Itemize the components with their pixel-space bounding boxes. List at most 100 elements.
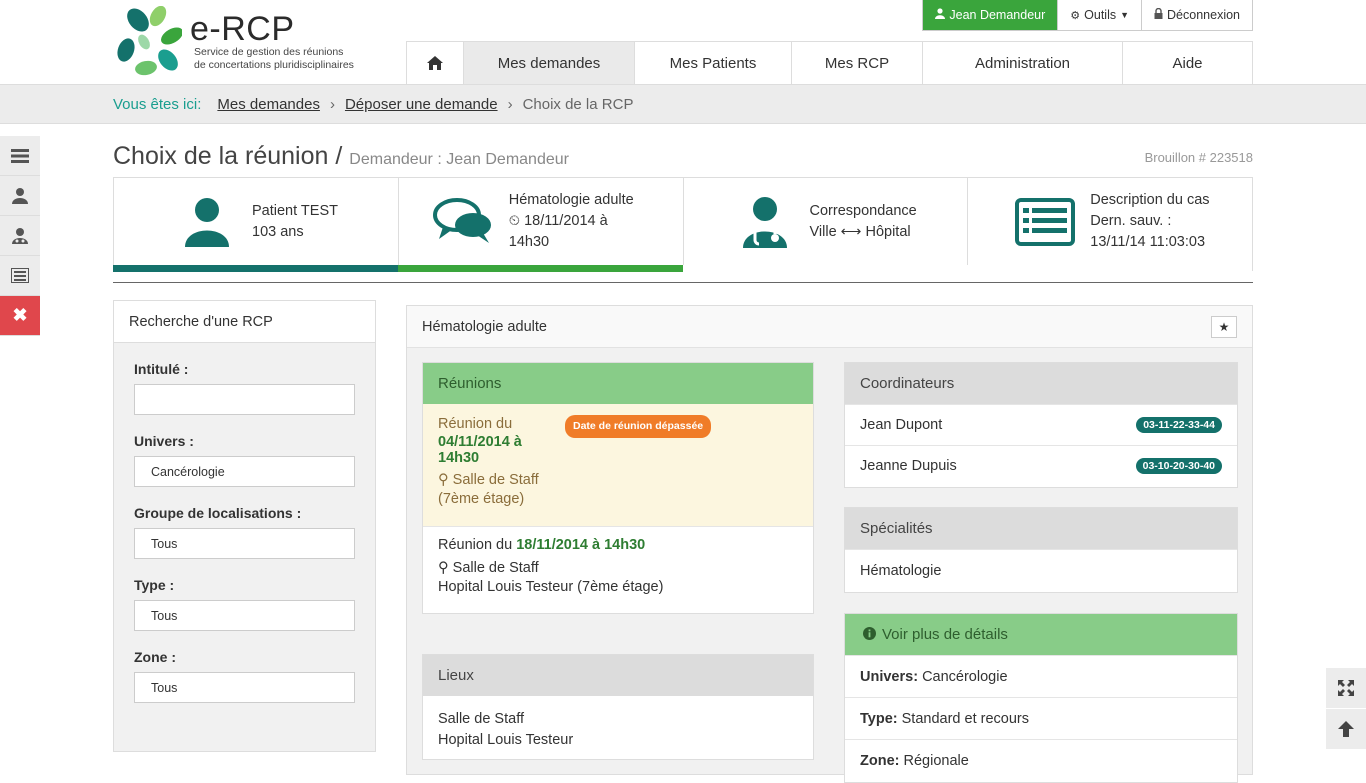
- step-patient-name: Patient TEST: [252, 202, 338, 219]
- reunion-past-room: Salle de Staff: [452, 472, 539, 488]
- favorite-button[interactable]: ★: [1211, 316, 1237, 338]
- logo-icon: [117, 6, 182, 76]
- step-patient-text: Patient TEST 103 ans: [252, 201, 338, 243]
- logo-tagline: Service de gestion des réunions de conce…: [194, 46, 354, 72]
- close-button[interactable]: ✖: [0, 296, 40, 336]
- nav-mes-rcp[interactable]: Mes RCP: [791, 42, 922, 84]
- scroll-top-button[interactable]: [1326, 709, 1366, 749]
- expand-icon: [1338, 680, 1354, 696]
- step-description[interactable]: Description du cas Dern. sauv. : 13/11/1…: [967, 178, 1252, 265]
- step-rcp-time: 14h30: [508, 234, 550, 250]
- detail-row: Zone: Régionale: [845, 739, 1237, 781]
- groupe-label: Groupe de localisations :: [134, 505, 302, 521]
- coordinator-row[interactable]: Jeanne Dupuis 03-10-20-30-40: [845, 445, 1237, 486]
- coordinator-phone: 03-11-22-33-44: [1136, 417, 1222, 433]
- details-toggle[interactable]: Voir plus de détails: [845, 614, 1237, 655]
- user-button[interactable]: Jean Demandeur: [923, 0, 1058, 30]
- groupe-select[interactable]: Tous: [134, 528, 355, 559]
- coordinator-name: Jean Dupont: [860, 417, 943, 433]
- info-icon: [863, 626, 876, 643]
- user-icon: [172, 192, 242, 252]
- page-title-slash: /: [335, 142, 343, 170]
- reunion-next-prefix: Réunion du: [438, 537, 513, 553]
- coordinator-row[interactable]: Jean Dupont 03-11-22-33-44: [845, 404, 1237, 445]
- user-icon: [12, 188, 28, 204]
- reunion-past-date: 04/11/2014 à 14h30: [438, 434, 522, 466]
- caret-down-icon: ▼: [1120, 10, 1130, 20]
- step-rcp-text: Hématologie adulte ⏲ 18/11/2014 à 14h30: [509, 190, 634, 253]
- intitule-input[interactable]: [134, 384, 355, 415]
- date-passed-badge: Date de réunion dépassée: [565, 415, 712, 438]
- intitule-label: Intitulé :: [134, 361, 189, 377]
- detail-row: Univers: Cancérologie: [845, 655, 1237, 697]
- detail-value: Régionale: [903, 752, 969, 769]
- step-patient[interactable]: Patient TEST 103 ans: [113, 178, 398, 272]
- nav-aide[interactable]: Aide: [1122, 42, 1253, 84]
- step-rcp-date: 18/11/2014 à: [524, 213, 608, 229]
- list-alt-icon: [11, 268, 29, 283]
- lieux-box: Lieux Salle de Staff Hopital Louis Teste…: [422, 654, 814, 760]
- tools-menu-button[interactable]: ⚙ Outils ▼: [1057, 0, 1141, 30]
- breadcrumb-deposer-demande[interactable]: Déposer une demande: [345, 96, 498, 113]
- doctor-icon: [730, 192, 800, 252]
- nav-mes-demandes[interactable]: Mes demandes: [463, 42, 634, 84]
- zone-select[interactable]: Tous: [134, 672, 355, 703]
- comments-icon: [429, 192, 499, 252]
- nav-home[interactable]: [406, 42, 463, 84]
- step-description-title: Description du cas: [1090, 192, 1210, 208]
- rcp-panel-title: Hématologie adulte: [407, 306, 1252, 348]
- type-select[interactable]: Tous: [134, 600, 355, 631]
- fullscreen-button[interactable]: [1326, 668, 1366, 708]
- clock-icon: ⏲: [508, 213, 521, 229]
- type-label: Type :: [134, 577, 175, 593]
- reunions-box: Réunions Réunion du 04/11/2014 à 14h30 ⚲…: [422, 362, 814, 614]
- star-icon: ★: [1218, 320, 1230, 334]
- page-title-text: Choix de la réunion: [113, 142, 329, 170]
- logo[interactable]: e-RCP Service de gestion des réunions de…: [116, 4, 376, 78]
- logout-button[interactable]: Déconnexion: [1141, 0, 1252, 30]
- right-toolbar: [1326, 668, 1366, 750]
- map-marker-icon: ⚲: [438, 472, 449, 488]
- detail-value: Standard et recours: [901, 710, 1029, 727]
- lieux-line2: Hopital Louis Testeur: [438, 732, 574, 748]
- details-box: Voir plus de détails Univers: Cancérolog…: [844, 613, 1238, 783]
- detail-value: Cancérologie: [922, 668, 1008, 685]
- list-button[interactable]: [0, 256, 40, 296]
- doctor-button[interactable]: [0, 216, 40, 256]
- page-subtitle: Demandeur : Jean Demandeur: [349, 151, 569, 168]
- reunion-next[interactable]: Réunion du 18/11/2014 à 14h30 ⚲ Salle de…: [423, 526, 813, 606]
- menu-button[interactable]: [0, 136, 40, 176]
- steps-divider: [113, 282, 1253, 283]
- univers-label: Univers :: [134, 433, 194, 449]
- step-description-text: Description du cas Dern. sauv. : 13/11/1…: [1090, 190, 1209, 253]
- step-indicator: [397, 265, 683, 272]
- logout-label: Déconnexion: [1167, 8, 1240, 22]
- detail-key: Type:: [860, 710, 898, 727]
- coordinateurs-title: Coordinateurs: [845, 363, 1237, 404]
- breadcrumb-mes-demandes[interactable]: Mes demandes: [217, 96, 320, 113]
- nav-mes-patients[interactable]: Mes Patients: [634, 42, 791, 84]
- lieux-line1: Salle de Staff: [438, 711, 524, 727]
- tools-label: Outils: [1084, 8, 1117, 22]
- breadcrumb-separator: ›: [329, 95, 335, 113]
- specialite-value: Hématologie: [860, 562, 942, 579]
- gear-icon: ⚙: [1070, 9, 1081, 22]
- type-field-group: Type : Tous: [114, 577, 375, 631]
- arrow-up-icon: [1338, 721, 1354, 737]
- user-name: Jean Demandeur: [949, 8, 1046, 22]
- reunion-past-floor: (7ème étage): [438, 491, 525, 507]
- nav-administration[interactable]: Administration: [922, 42, 1122, 84]
- univers-select[interactable]: Cancérologie: [134, 456, 355, 487]
- specialite-row: Hématologie: [845, 549, 1237, 591]
- step-correspondance[interactable]: Correspondance Ville ⟷ Hôpital: [682, 178, 968, 265]
- details-title: Voir plus de détails: [882, 626, 1008, 643]
- patient-button[interactable]: [0, 176, 40, 216]
- top-bar: Jean Demandeur ⚙ Outils ▼ Déconnexion: [922, 0, 1253, 31]
- step-correspondance-detail: Ville ⟷ Hôpital: [809, 223, 911, 240]
- reunion-next-place: Hopital Louis Testeur (7ème étage): [438, 579, 664, 595]
- step-rcp[interactable]: Hématologie adulte ⏲ 18/11/2014 à 14h30: [397, 178, 683, 272]
- step-correspondance-title: Correspondance: [809, 202, 917, 219]
- specialites-title: Spécialités: [845, 508, 1237, 549]
- lieux-content: Salle de Staff Hopital Louis Testeur: [423, 696, 813, 764]
- reunion-past[interactable]: Réunion du 04/11/2014 à 14h30 ⚲ Salle de…: [423, 404, 813, 526]
